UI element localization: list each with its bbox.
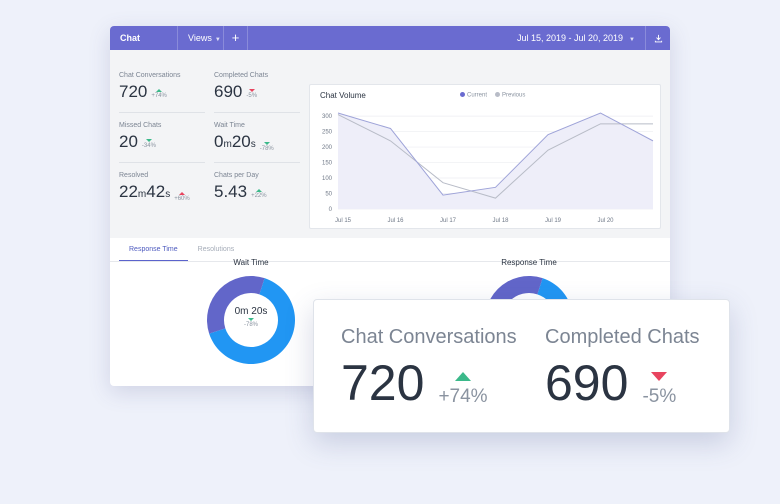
stat-resolved: Resolved 22m42s +60% — [119, 172, 207, 203]
popup-stat-change: +74% — [438, 386, 488, 407]
tab-response-time[interactable]: Response Time — [119, 238, 188, 261]
up-arrow-icon — [255, 189, 262, 192]
down-arrow-icon — [651, 372, 668, 381]
x-tick-label: Jul 20 — [598, 218, 615, 224]
divider — [214, 162, 300, 163]
views-label: Views — [188, 33, 212, 43]
donut-title: Response Time — [501, 258, 557, 267]
x-tick-label: Jul 19 — [545, 218, 562, 224]
summary-section: Chat Conversations 720 +74% Completed Ch… — [110, 50, 670, 238]
stat-wait-time: Wait Time 0m20s -78% — [214, 122, 302, 153]
stat-completed-chats: Completed Chats 690 -5% — [214, 72, 302, 100]
wait-time-donut: Wait Time 0m 20s -78% — [206, 258, 296, 370]
down-arrow-icon — [248, 318, 254, 321]
x-tick-label: Jul 15 — [335, 218, 352, 224]
stat-value: 720 — [119, 82, 148, 101]
report-title[interactable]: Chat Report — [110, 26, 178, 67]
top-bar: Chat Report Views▼ + Jul 15, 2019 - Jul … — [110, 26, 670, 67]
stat-change: +60% — [174, 196, 190, 202]
x-tick-label: Jul 18 — [493, 218, 510, 224]
x-tick-label: Jul 17 — [440, 218, 457, 224]
donut-center-value: 0m 20s — [234, 306, 268, 317]
date-range-picker[interactable]: Jul 15, 2019 - Jul 20, 2019 ▼ — [507, 26, 646, 50]
x-tick-label: Jul 16 — [388, 218, 405, 224]
donut-center-change: -78% — [243, 322, 258, 328]
stat-value: 22m42s — [119, 182, 171, 201]
y-tick-label: 100 — [322, 176, 333, 182]
divider — [214, 112, 300, 113]
stat-change: -5% — [246, 93, 258, 99]
stat-change: -34% — [141, 143, 156, 149]
stat-change: -78% — [259, 146, 274, 152]
down-arrow-icon — [263, 142, 270, 145]
popup-stat-label: Completed Chats — [545, 326, 700, 348]
stats-zoom-popup: Chat Conversations 720 +74% Completed Ch… — [313, 299, 730, 433]
y-tick-label: 150 — [322, 161, 333, 167]
stat-missed-chats: Missed Chats 20 -34% — [119, 122, 207, 150]
stat-change: +74% — [151, 93, 167, 99]
stat-value: 5.43 — [214, 182, 248, 201]
down-arrow-icon — [145, 139, 152, 142]
download-icon — [654, 34, 662, 42]
popup-stat-value: 690 — [545, 355, 629, 411]
stat-label: Chat Conversations — [119, 72, 181, 79]
up-arrow-icon — [455, 372, 471, 381]
tab-bar: Response Time Resolutions — [110, 238, 670, 262]
y-tick-label: 0 — [329, 207, 333, 213]
stat-label: Chats per Day — [214, 172, 259, 179]
stat-chats-per-day: Chats per Day 5.43 +22% — [214, 172, 302, 200]
divider — [119, 112, 205, 113]
stat-change: +22% — [251, 193, 267, 199]
chevron-down-icon: ▼ — [629, 37, 635, 43]
stat-value: 20 — [119, 132, 138, 151]
chat-volume-chart: Chat Volume Current Previous 0 50 100 150 20… — [309, 84, 661, 229]
add-view-button[interactable]: + — [224, 26, 248, 50]
divider — [119, 162, 205, 163]
chart-plot: 0 50 100 150 200 250 300 Jul 15 Jul 16 Jul 17 Jul … — [322, 112, 654, 224]
y-tick-label: 200 — [322, 145, 333, 151]
stat-label: Resolved — [119, 172, 149, 179]
up-arrow-icon — [178, 192, 185, 195]
date-range-label: Jul 15, 2019 - Jul 20, 2019 — [516, 33, 624, 43]
popup-stat-change: -5% — [642, 386, 677, 407]
stat-value: 690 — [214, 82, 243, 101]
views-dropdown[interactable]: Views ▼ — [178, 26, 224, 50]
popup-stat-label: Chat Conversations — [341, 326, 517, 348]
down-arrow-icon — [248, 89, 255, 92]
download-button[interactable] — [646, 26, 670, 50]
y-tick-label: 250 — [322, 130, 333, 136]
stat-value: 0m20s — [214, 132, 256, 151]
chevron-down-icon: ▼ — [214, 37, 221, 43]
y-tick-label: 300 — [322, 114, 333, 120]
stat-label: Completed Chats — [214, 72, 269, 79]
donut-title: Wait Time — [233, 258, 269, 267]
stat-chat-conversations: Chat Conversations 720 +74% — [119, 72, 207, 100]
popup-stat-completed-chats: Completed Chats 690 -5% — [545, 326, 700, 411]
popup-stat-chat-conversations: Chat Conversations 720 +74% — [341, 326, 517, 411]
y-tick-label: 50 — [325, 192, 332, 198]
stat-label: Missed Chats — [119, 122, 162, 129]
stat-label: Wait Time — [214, 122, 245, 129]
popup-stat-value: 720 — [341, 355, 425, 411]
up-arrow-icon — [156, 89, 163, 92]
